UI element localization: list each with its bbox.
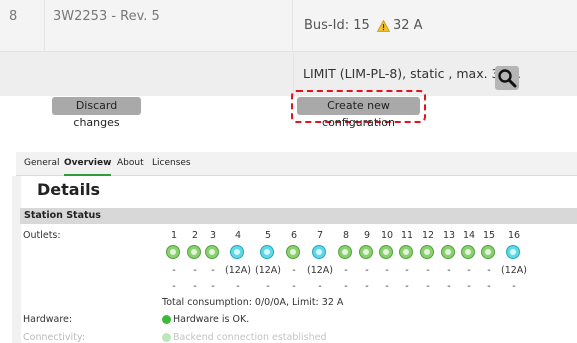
outlet-extra: -	[512, 281, 516, 292]
outlet-number: 14	[462, 230, 476, 241]
outlet-socket	[234, 249, 240, 255]
outlet-icon[interactable]	[166, 245, 180, 259]
outlet-extra: -	[236, 281, 240, 292]
outlet-number: 11	[400, 230, 414, 241]
outlet-socket	[485, 249, 491, 255]
row-index-cell: 8	[0, 0, 45, 52]
outlet-socket	[445, 249, 451, 255]
section-header: Station Status	[20, 208, 577, 224]
station-name: 3W2253 - Rev. 5	[53, 9, 160, 24]
outlet-number: 9	[363, 230, 371, 241]
outlet-socket	[170, 249, 176, 255]
outlet-socket	[383, 249, 389, 255]
bus-id: Bus-Id: 15	[304, 18, 370, 33]
outlet-icon[interactable]	[461, 245, 475, 259]
outlet-icon[interactable]	[230, 245, 244, 259]
row-name-cell: 3W2253 - Rev. 5	[45, 0, 293, 52]
details-title: Details	[37, 180, 101, 199]
tab-overview[interactable]: Overview	[64, 152, 112, 176]
outlet-extra: -	[292, 281, 296, 292]
outlet-number: 8	[342, 230, 350, 241]
outlet-icon[interactable]	[399, 245, 413, 259]
outlet-icon[interactable]	[312, 245, 326, 259]
tab-general[interactable]: General	[24, 152, 59, 176]
outlet-number: 12	[421, 230, 435, 241]
outlets-label: Outlets:	[23, 230, 61, 241]
outlet-number: 4	[234, 230, 242, 241]
outlet-socket	[316, 249, 322, 255]
check-icon	[162, 315, 171, 324]
outlet-number: 3	[209, 230, 217, 241]
outlet-number: 7	[316, 230, 324, 241]
outlet-socket	[465, 249, 471, 255]
outlet-extra: -	[487, 281, 491, 292]
row-index: 8	[9, 9, 18, 24]
limit-row: LIMIT (LIM-PL-8), static , max. 32 A	[0, 52, 577, 96]
total-consumption: Total consumption: 0/0/0A, Limit: 32 A	[162, 297, 344, 308]
hardware-label: Hardware:	[23, 314, 73, 325]
outlet-number: 2	[191, 230, 199, 241]
outlet-icon[interactable]	[187, 245, 201, 259]
outlet-number: 10	[380, 230, 394, 241]
outlet-extra: -	[318, 281, 322, 292]
outlet-icon[interactable]	[420, 245, 434, 259]
outlet-extra: -	[172, 281, 176, 292]
magnifier-icon	[498, 69, 517, 88]
outlet-extra: -	[467, 281, 471, 292]
tab-about[interactable]: About	[117, 152, 144, 176]
current-rating: 32 A	[393, 18, 423, 33]
hardware-status: Hardware is OK.	[173, 314, 250, 325]
outlet-icon[interactable]	[359, 245, 373, 259]
limit-text: LIMIT (LIM-PL-8), static , max. 32 A	[303, 66, 520, 81]
outlet-number: 6	[290, 230, 298, 241]
left-gutter	[12, 176, 21, 343]
outlet-extra: -	[405, 281, 409, 292]
outlet-number: 5	[264, 230, 272, 241]
outlet-extra: -	[266, 281, 270, 292]
outlet-extra: -	[385, 281, 389, 292]
outlet-socket	[403, 249, 409, 255]
discard-changes-button[interactable]: Discard changes	[52, 97, 141, 129]
outlet-icon[interactable]	[379, 245, 393, 259]
outlet-number: 16	[507, 230, 521, 241]
outlet-socket	[363, 249, 369, 255]
outlet-extra: -	[193, 281, 197, 292]
outlet-number: 13	[442, 230, 456, 241]
outlet-socket	[209, 249, 215, 255]
outlet-number: 1	[170, 230, 178, 241]
connectivity-label: Connectivity:	[23, 332, 86, 343]
connectivity-status: Backend connection established	[173, 332, 327, 343]
outlet-socket	[264, 249, 270, 255]
outlet-extra: -	[447, 281, 451, 292]
tab-licenses[interactable]: Licenses	[152, 152, 191, 176]
outlet-current: (12A)	[225, 265, 251, 276]
outlet-socket	[191, 249, 197, 255]
outlet-icon[interactable]	[338, 245, 352, 259]
check-icon	[162, 333, 171, 342]
outlet-extra: -	[426, 281, 430, 292]
outlet-icon[interactable]	[286, 245, 300, 259]
tab-bar: General Overview About Licenses	[16, 152, 577, 176]
outlet-socket	[510, 249, 516, 255]
config-row-8: 8 3W2253 - Rev. 5 Bus-Id: 15 32 A	[0, 0, 577, 52]
create-config-button[interactable]: Create new configuration	[297, 97, 420, 129]
outlet-icon[interactable]	[506, 245, 520, 259]
outlet-current: (12A)	[501, 265, 527, 276]
outlet-icon[interactable]	[481, 245, 495, 259]
outlet-number: 15	[482, 230, 496, 241]
outlet-icon[interactable]	[205, 245, 219, 259]
outlet-extra: -	[344, 281, 348, 292]
outlet-socket	[342, 249, 348, 255]
outlet-socket	[290, 249, 296, 255]
lookup-button[interactable]	[495, 66, 519, 90]
outlet-icon[interactable]	[260, 245, 274, 259]
outlet-socket	[424, 249, 430, 255]
outlet-extra: -	[365, 281, 369, 292]
warning-icon	[377, 20, 390, 32]
outlet-icon[interactable]	[441, 245, 455, 259]
outlet-extra: -	[211, 281, 215, 292]
